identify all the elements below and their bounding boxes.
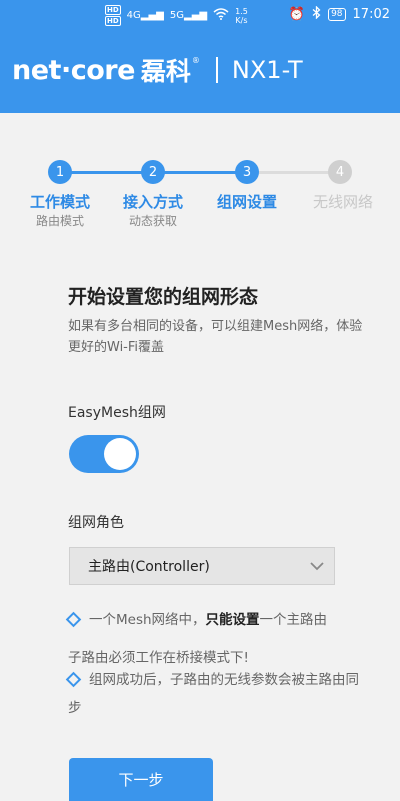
step-3-name: 组网设置 [216,193,278,211]
hd-badge: HD [105,5,121,15]
page-title: 开始设置您的组网形态 [68,286,259,308]
clock: 17:02 [352,7,390,22]
signal-icon: 4G▂▄▆ [126,10,164,21]
role-select-value: 主路由(Controller) [88,559,210,575]
network-speed: 1.5 K/s [235,6,248,25]
device-model: NX1-T [231,56,303,84]
status-bar: HD HD 4G▂▄▆ 5G▂▄▆ 1.5 K/s ⏰ 98 17:02 [0,0,400,30]
step-1-circle: 1 [48,160,72,184]
chevron-down-icon [310,559,324,575]
brand-logo-cn: 磊科 [140,57,191,86]
note-sync: 组网成功后，子路由的无线参数会被主路由同步 [65,666,368,722]
toggle-knob [104,438,136,470]
brand-logo: net·core [12,54,135,86]
wifi-icon [213,7,229,24]
step-1-value: 路由模式 [35,214,85,228]
battery-indicator: 98 [328,8,346,21]
role-select[interactable]: 主路由(Controller) [69,547,335,585]
step-2-name: 接入方式 [122,193,184,211]
step-4-circle: 4 [328,160,352,184]
step-progress: 1 2 3 4 工作模式 接入方式 组网设置 无线网络 路由模式 动态获取 [0,158,400,228]
step-2-value: 动态获取 [128,214,178,228]
step-3-circle: 3 [235,160,259,184]
step-1-name: 工作模式 [29,193,91,211]
note-single-controller: 一个Mesh网络中，只能设置一个主路由 [65,606,368,634]
step-4-name: 无线网络 [312,193,374,211]
alarm-icon: ⏰ [288,7,306,22]
diamond-bullet-icon [65,671,82,687]
next-button[interactable]: 下一步 [69,758,213,801]
app-header: HD HD 4G▂▄▆ 5G▂▄▆ 1.5 K/s ⏰ 98 17:02 net… [0,0,400,113]
diamond-bullet-icon [65,611,82,627]
hd-badge: HD [105,16,121,26]
divider [215,57,218,83]
easymesh-label: EasyMesh组网 [68,405,166,421]
role-label: 组网角色 [68,515,124,531]
brand-bar: net·core 磊科 ® NX1-T [12,52,303,88]
registered-mark: ® [191,55,200,65]
page-description: 如果有多台相同的设备，可以组建Mesh网络，体验更好的Wi-Fi覆盖 [68,319,363,355]
progress-line-pending [247,171,340,174]
bluetooth-icon [312,5,321,23]
signal-icon: 5G▂▄▆ [169,10,208,21]
step-2-circle: 2 [141,160,165,184]
easymesh-toggle[interactable] [69,435,139,473]
